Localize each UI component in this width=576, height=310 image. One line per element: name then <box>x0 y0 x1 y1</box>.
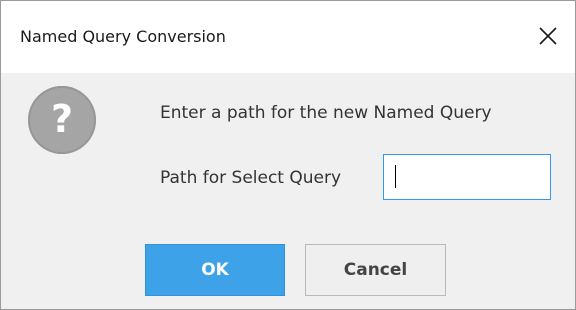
question-icon: ? <box>28 86 96 154</box>
path-field-label: Path for Select Query <box>160 168 342 188</box>
title-bar: Named Query Conversion <box>1 1 575 73</box>
close-icon <box>539 27 557 45</box>
close-button[interactable] <box>531 19 565 53</box>
select-query-path-input[interactable] <box>383 154 551 200</box>
text-caret <box>395 165 396 188</box>
prompt-message: Enter a path for the new Named Query <box>160 103 492 123</box>
named-query-conversion-dialog: Named Query Conversion ? Enter a path fo… <box>0 0 576 310</box>
ok-button[interactable]: OK <box>145 244 285 296</box>
question-mark-glyph: ? <box>50 97 74 141</box>
cancel-button[interactable]: Cancel <box>305 244 446 296</box>
dialog-title: Named Query Conversion <box>20 27 226 46</box>
